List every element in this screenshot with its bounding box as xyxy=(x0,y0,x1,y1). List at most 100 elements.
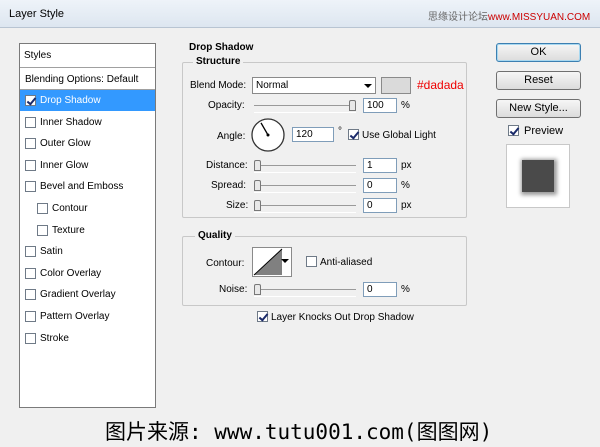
opacity-slider-thumb[interactable] xyxy=(349,100,356,111)
style-item-checkbox[interactable] xyxy=(25,95,36,106)
style-item-checkbox[interactable] xyxy=(25,246,36,258)
style-item-label: Stroke xyxy=(40,332,69,344)
size-label: Size: xyxy=(226,200,249,211)
shadow-color-hex: #dadada xyxy=(417,78,464,92)
distance-slider-thumb[interactable] xyxy=(254,160,261,171)
noise-unit: % xyxy=(401,284,410,295)
angle-label: Angle: xyxy=(217,131,246,142)
new-style-button[interactable]: New Style... xyxy=(496,99,581,118)
structure-label: Structure xyxy=(193,56,244,67)
style-item-checkbox[interactable] xyxy=(37,203,48,214)
angle-unit: ° xyxy=(338,126,342,137)
opacity-input[interactable]: 100 xyxy=(363,98,397,113)
distance-input[interactable]: 1 xyxy=(363,158,397,173)
top-watermark: 思缘设计论坛www.MISSYUAN.COM xyxy=(428,8,590,23)
size-slider-thumb[interactable] xyxy=(254,200,261,211)
style-item-bevel-and-emboss[interactable]: Bevel and Emboss xyxy=(20,176,155,197)
layer-style-dialog: Layer Style 思缘设计论坛www.MISSYUAN.COM Style… xyxy=(0,0,600,447)
blend-mode-select[interactable]: Normal xyxy=(252,77,376,94)
angle-dial[interactable] xyxy=(250,117,286,153)
chevron-down-icon xyxy=(281,259,289,263)
style-item-label: Satin xyxy=(40,246,63,258)
style-item-label: Outer Glow xyxy=(40,138,91,150)
top-watermark-site: www.MISSYUAN.COM xyxy=(488,12,591,23)
style-item-checkbox[interactable] xyxy=(25,332,36,344)
style-item-texture[interactable]: Texture xyxy=(20,220,155,241)
styles-list: Styles Blending Options: Default Drop Sh… xyxy=(19,43,156,408)
style-item-pattern-overlay[interactable]: Pattern Overlay xyxy=(20,306,155,327)
noise-input[interactable]: 0 xyxy=(363,282,397,297)
style-item-label: Drop Shadow xyxy=(40,95,101,106)
distance-label: Distance: xyxy=(206,160,248,171)
contour-label: Contour: xyxy=(206,258,245,269)
reset-button[interactable]: Reset xyxy=(496,71,581,90)
style-item-checkbox[interactable] xyxy=(25,116,36,128)
noise-slider[interactable] xyxy=(254,284,356,297)
distance-unit: px xyxy=(401,160,412,171)
use-global-light-checkbox[interactable] xyxy=(348,129,359,140)
style-item-color-overlay[interactable]: Color Overlay xyxy=(20,263,155,284)
quality-label: Quality xyxy=(195,230,235,241)
blending-options-label: Blending Options: Default xyxy=(25,73,139,85)
style-item-inner-glow[interactable]: Inner Glow xyxy=(20,155,155,176)
style-item-label: Contour xyxy=(52,203,88,214)
blending-options-item[interactable]: Blending Options: Default xyxy=(20,69,155,90)
style-item-contour[interactable]: Contour xyxy=(20,198,155,219)
spread-slider[interactable] xyxy=(254,180,356,193)
spread-unit: % xyxy=(401,180,410,191)
style-item-checkbox[interactable] xyxy=(25,289,36,301)
opacity-label: Opacity: xyxy=(208,100,245,111)
style-item-stroke[interactable]: Stroke xyxy=(20,328,155,349)
style-item-label: Inner Glow xyxy=(40,159,89,171)
shadow-color-swatch[interactable] xyxy=(381,77,411,94)
style-item-label: Texture xyxy=(52,224,85,236)
preview-label: Preview xyxy=(524,125,564,137)
noise-label: Noise: xyxy=(219,284,248,295)
bottom-watermark: 图片来源: www.tutu001.com(图图网) xyxy=(105,420,493,444)
style-item-label: Inner Shadow xyxy=(40,116,102,128)
top-watermark-prefix: 思缘设计论坛 xyxy=(428,12,488,23)
chevron-down-icon xyxy=(364,84,372,88)
spread-input[interactable]: 0 xyxy=(363,178,397,193)
preview-checkbox[interactable] xyxy=(508,125,519,136)
layer-knocks-out-checkbox[interactable] xyxy=(257,311,268,322)
spread-slider-thumb[interactable] xyxy=(254,180,261,191)
size-slider[interactable] xyxy=(254,200,356,213)
opacity-slider[interactable] xyxy=(254,100,356,113)
style-item-checkbox[interactable] xyxy=(25,311,36,322)
style-item-outer-glow[interactable]: Outer Glow xyxy=(20,133,155,154)
anti-aliased-checkbox[interactable] xyxy=(306,256,317,267)
style-item-label: Gradient Overlay xyxy=(40,289,116,301)
style-item-drop-shadow[interactable]: Drop Shadow xyxy=(20,90,155,111)
distance-slider[interactable] xyxy=(254,160,356,173)
preview-shape xyxy=(522,160,554,192)
contour-linear-icon xyxy=(253,248,283,276)
styles-list-header[interactable]: Styles xyxy=(20,44,155,68)
style-item-gradient-overlay[interactable]: Gradient Overlay xyxy=(20,284,155,305)
style-item-checkbox[interactable] xyxy=(25,159,36,171)
style-item-label: Color Overlay xyxy=(40,267,102,279)
angle-input[interactable]: 120 xyxy=(292,127,334,142)
blend-mode-value: Normal xyxy=(256,80,289,91)
anti-aliased-label: Anti-aliased xyxy=(320,257,373,268)
style-item-label: Bevel and Emboss xyxy=(40,181,124,193)
style-item-checkbox[interactable] xyxy=(25,138,36,150)
noise-slider-thumb[interactable] xyxy=(254,284,261,295)
style-item-checkbox[interactable] xyxy=(25,181,36,193)
style-item-checkbox[interactable] xyxy=(25,267,36,279)
blend-mode-label: Blend Mode: xyxy=(190,80,247,91)
use-global-light-label: Use Global Light xyxy=(362,130,436,141)
window-title: Layer Style xyxy=(9,8,65,20)
style-item-satin[interactable]: Satin xyxy=(20,241,155,262)
style-item-inner-shadow[interactable]: Inner Shadow xyxy=(20,112,155,133)
preview-thumbnail xyxy=(506,144,570,208)
ok-button[interactable]: OK xyxy=(496,43,581,62)
spread-label: Spread: xyxy=(211,180,247,191)
contour-picker[interactable] xyxy=(252,247,292,277)
title-bar: Layer Style 思缘设计论坛www.MISSYUAN.COM xyxy=(0,0,600,28)
drop-shadow-title: Drop Shadow xyxy=(189,42,254,53)
size-input[interactable]: 0 xyxy=(363,198,397,213)
style-item-label: Pattern Overlay xyxy=(40,311,110,322)
style-item-checkbox[interactable] xyxy=(37,224,48,236)
opacity-unit: % xyxy=(401,100,410,111)
